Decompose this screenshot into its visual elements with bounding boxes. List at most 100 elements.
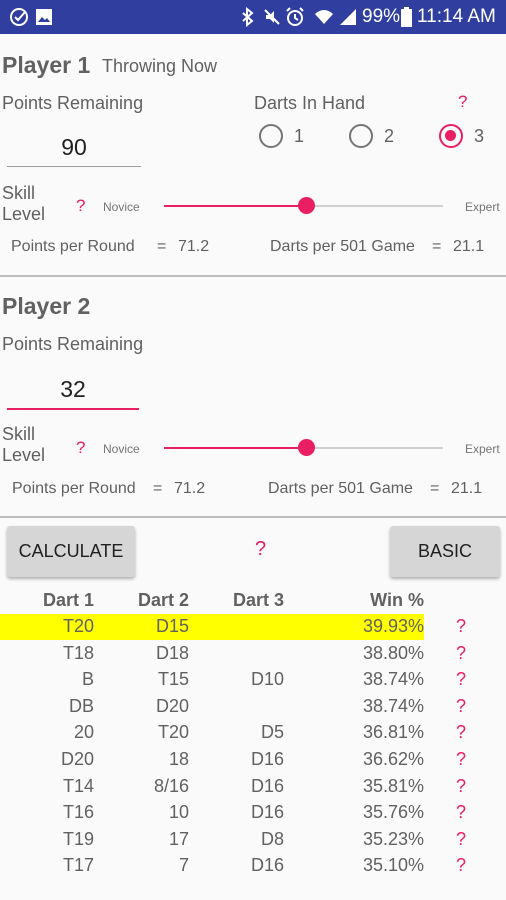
- wifi-icon: [313, 7, 335, 27]
- alarm-icon: [285, 7, 305, 27]
- slider-thumb[interactable]: [298, 197, 315, 214]
- cell-dart2: D15: [155, 616, 189, 636]
- row-help-icon[interactable]: ?: [456, 776, 466, 797]
- player2-ppr-label: Points per Round: [12, 480, 136, 497]
- player1-status: Throwing Now: [102, 56, 218, 76]
- cell-win: 35.81%: [362, 775, 424, 796]
- cell-dart1: T16: [62, 802, 94, 823]
- cell-dart2: 10: [168, 802, 189, 823]
- radio-icon[interactable]: [259, 124, 283, 148]
- row-help-icon[interactable]: ?: [456, 643, 466, 664]
- bluetooth-icon: [240, 7, 256, 27]
- radio-label: 3: [474, 126, 485, 146]
- table-row[interactable]: DB D20 38.74%?: [0, 694, 506, 720]
- player1-skill-novice: Novice: [103, 200, 140, 214]
- table-row[interactable]: 20 T20 D5 36.81%?: [0, 720, 506, 746]
- player2-ppr-value: 71.2: [174, 480, 206, 497]
- slider-thumb[interactable]: [298, 439, 315, 456]
- slider-fill: [164, 447, 306, 449]
- cell-dart3: D16: [250, 749, 284, 769]
- section-divider: [0, 275, 506, 277]
- image-icon: [34, 7, 54, 27]
- battery-icon: [400, 7, 412, 27]
- slider-fill: [164, 205, 306, 207]
- radio-selected-icon[interactable]: [439, 124, 463, 148]
- cell-win: 38.74%: [362, 669, 424, 690]
- row-help-icon[interactable]: ?: [456, 669, 466, 690]
- check-circle-icon: [8, 7, 30, 27]
- calculate-help-icon[interactable]: ?: [255, 538, 266, 561]
- header-win: Win %: [370, 590, 424, 610]
- mute-icon: [262, 7, 282, 27]
- player1-skill-label: Skill Level: [2, 183, 46, 224]
- cell-win: 39.93%: [362, 616, 424, 636]
- player1-skill-slider[interactable]: [164, 197, 443, 214]
- player2-points-label: Points Remaining: [2, 334, 144, 354]
- cell-dart3: D16: [250, 802, 284, 823]
- player2-skill-novice: Novice: [103, 442, 140, 456]
- player1-dpg-value: 21.1: [453, 238, 485, 255]
- signal-icon: [338, 7, 358, 27]
- cell-dart3: D16: [250, 775, 284, 796]
- cell-dart1: T20: [62, 616, 94, 636]
- table-row[interactable]: T19 17 D8 35.23%?: [0, 827, 506, 853]
- darts-radio-1[interactable]: 1: [259, 124, 319, 152]
- darts-radio-3[interactable]: 3: [439, 124, 499, 152]
- cell-dart2: 18: [168, 749, 189, 769]
- cell-dart3: D8: [260, 828, 284, 849]
- radio-icon[interactable]: [349, 124, 373, 148]
- header-dart1: Dart 1: [42, 590, 94, 610]
- row-help-icon[interactable]: ?: [456, 722, 466, 743]
- player1-skill-help-icon[interactable]: ?: [76, 196, 85, 216]
- row-help-icon[interactable]: ?: [456, 802, 466, 823]
- header-dart3: Dart 3: [232, 590, 284, 610]
- row-help-icon[interactable]: ?: [456, 855, 466, 876]
- player2-skill-expert: Expert: [465, 442, 500, 456]
- player1-points-input[interactable]: 90: [7, 128, 141, 167]
- player1-dpg-label: Darts per 501 Game: [270, 238, 415, 255]
- basic-button[interactable]: BASIC: [390, 526, 500, 577]
- player2-name: Player 2: [2, 293, 91, 319]
- row-help-icon[interactable]: ?: [456, 696, 466, 717]
- cell-win: 35.10%: [362, 855, 424, 876]
- row-help-icon[interactable]: ?: [456, 616, 466, 637]
- cell-dart1: T19: [62, 828, 94, 849]
- player2-dpg-value: 21.1: [451, 480, 483, 497]
- table-row[interactable]: T17 7 D16 35.10%?: [0, 853, 506, 879]
- table-row[interactable]: T18 D18 38.80%?: [0, 641, 506, 667]
- cell-dart3: D10: [250, 669, 284, 690]
- player1-points-label: Points Remaining: [2, 93, 144, 113]
- player1-ppr-value: 71.2: [178, 238, 210, 255]
- cell-dart1: T17: [62, 855, 94, 876]
- cell-dart3: D16: [250, 855, 284, 876]
- player1-ppr-eq: =: [157, 238, 167, 255]
- cell-dart1: B: [81, 669, 94, 690]
- table-row[interactable]: T14 8/16 D16 35.81%?: [0, 774, 506, 800]
- table-row[interactable]: B T15 D10 38.74%?: [0, 667, 506, 693]
- cell-dart1: DB: [68, 695, 94, 716]
- cell-win: 35.23%: [362, 828, 424, 849]
- row-help-icon[interactable]: ?: [456, 749, 466, 770]
- player2-skill-label: Skill Level: [2, 424, 46, 465]
- calculate-button[interactable]: CALCULATE: [7, 526, 135, 577]
- player2-skill-slider[interactable]: [164, 439, 443, 456]
- player1-skill-expert: Expert: [465, 200, 500, 214]
- player1-name: Player 1: [2, 52, 91, 78]
- status-bar: 99% 11:14 AM: [0, 0, 506, 34]
- cell-dart1: T14: [62, 775, 94, 796]
- darts-radio-2[interactable]: 2: [349, 124, 409, 152]
- darts-help-icon[interactable]: ?: [458, 92, 467, 112]
- radio-label: 2: [384, 126, 395, 146]
- clock: 11:14 AM: [417, 6, 496, 27]
- table-row[interactable]: T20 D15 39.93%?: [0, 614, 506, 640]
- player1-dpg-eq: =: [432, 238, 442, 255]
- table-row[interactable]: D20 18 D16 36.62%?: [0, 747, 506, 773]
- table-row[interactable]: T16 10 D16 35.76%?: [0, 800, 506, 826]
- cell-dart1: 20: [73, 722, 94, 743]
- row-help-icon[interactable]: ?: [456, 829, 466, 850]
- cell-dart2: 8/16: [153, 775, 189, 796]
- section-divider: [0, 516, 506, 518]
- player2-points-input[interactable]: 32: [7, 370, 139, 410]
- player2-skill-help-icon[interactable]: ?: [76, 438, 85, 458]
- player1-ppr-label: Points per Round: [11, 238, 135, 255]
